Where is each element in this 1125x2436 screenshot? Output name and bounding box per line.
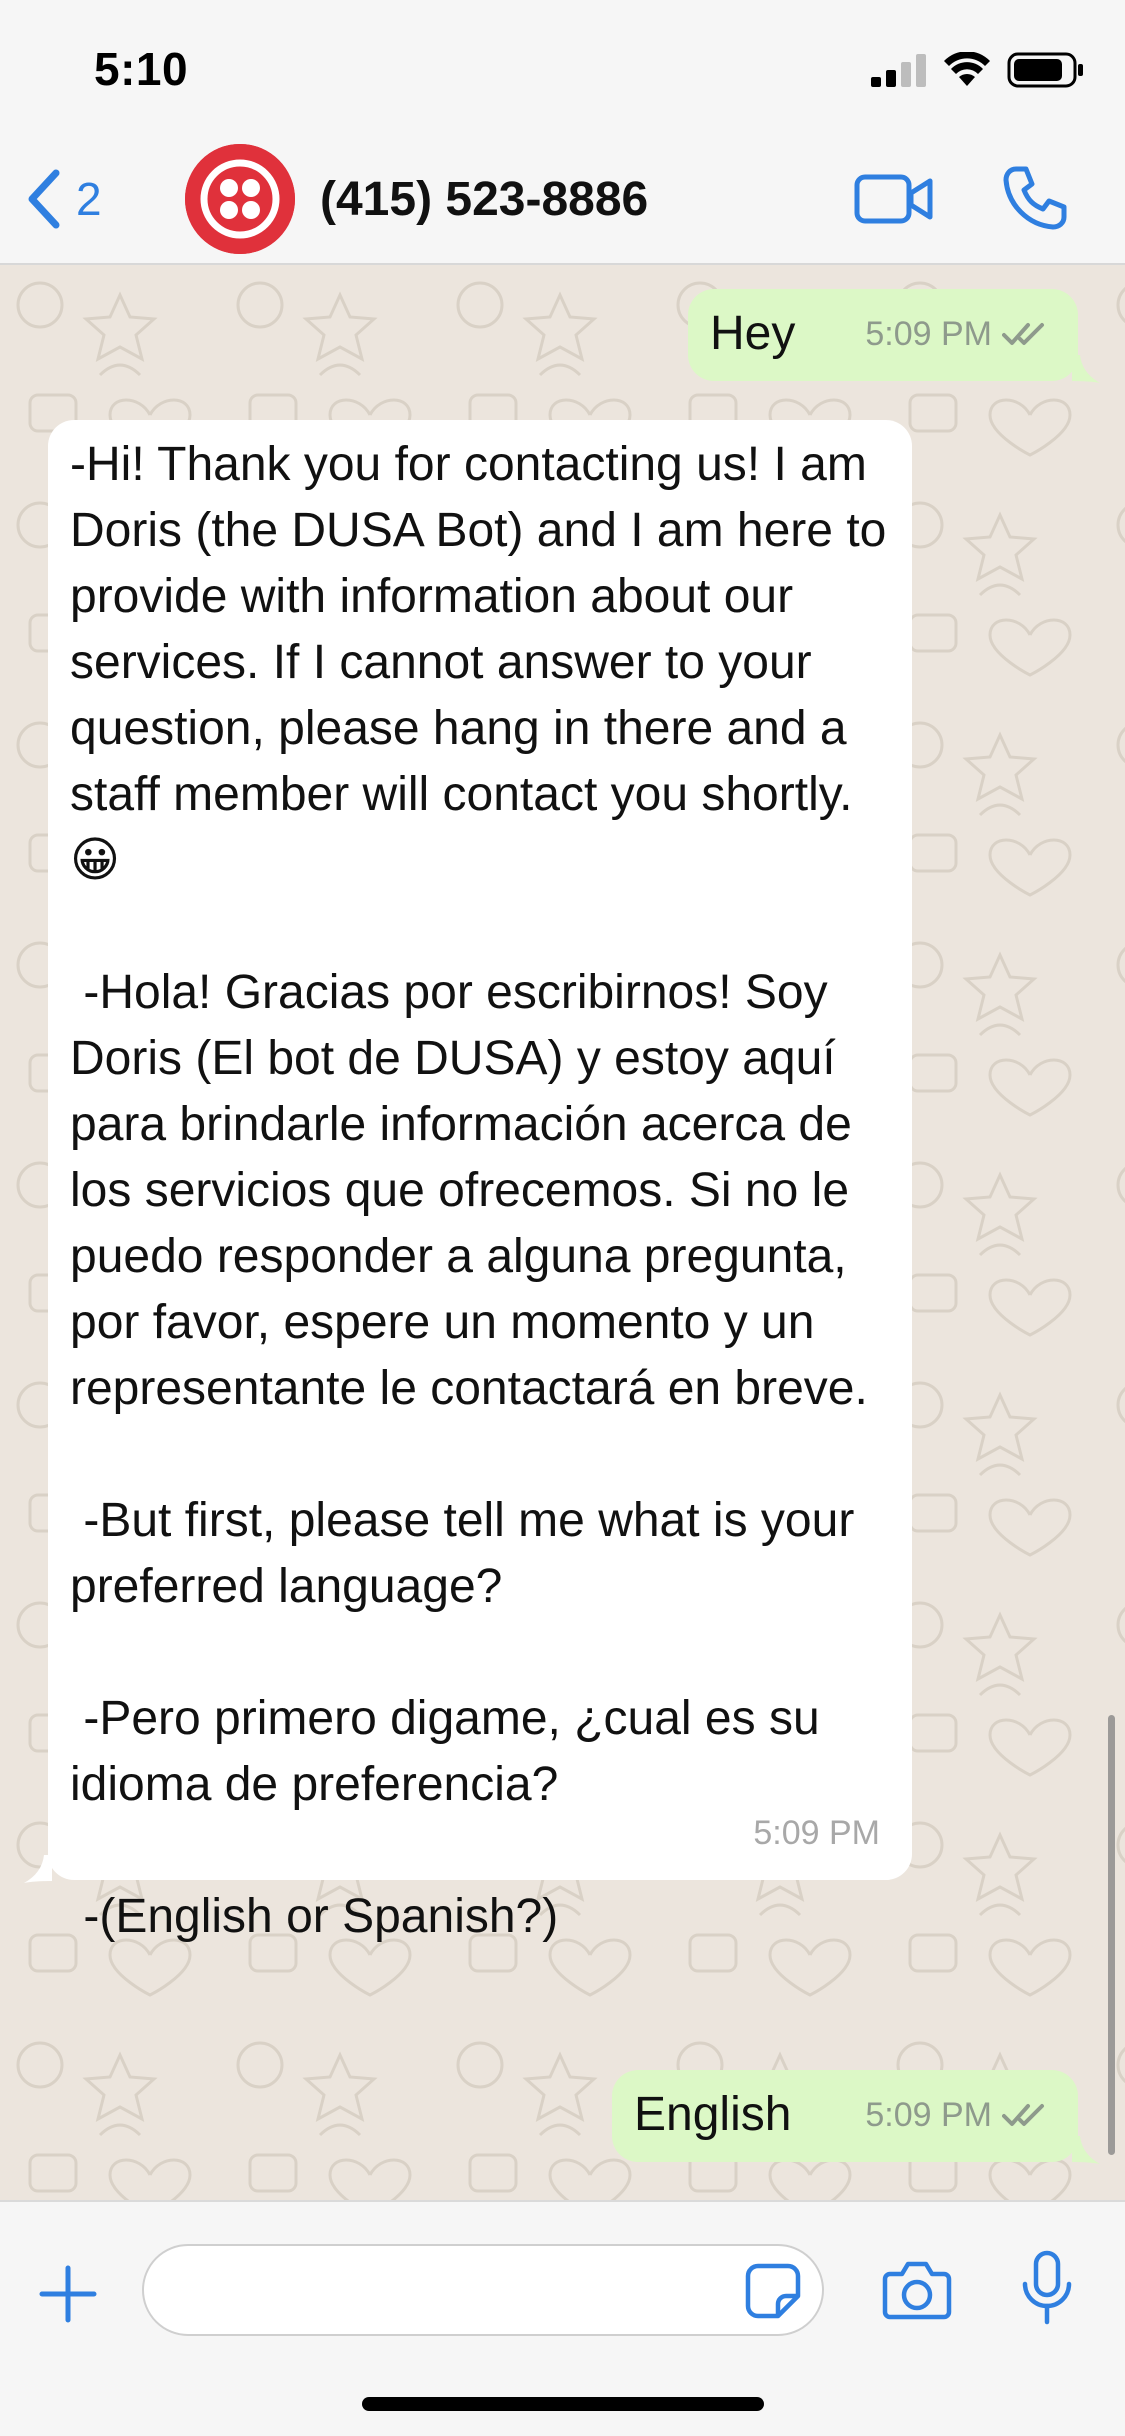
status-icons xyxy=(871,48,1085,92)
sticker-icon xyxy=(745,2263,801,2319)
status-bar: 5:10 xyxy=(0,0,1125,135)
message-incoming[interactable]: -Hi! Thank you for contacting us! I am D… xyxy=(48,420,912,1943)
camera-button[interactable] xyxy=(882,2258,952,2320)
attach-button[interactable] xyxy=(38,2264,98,2324)
message-input[interactable] xyxy=(142,2244,824,2336)
back-button[interactable]: 2 xyxy=(24,169,102,229)
message-time: 5:09 PM xyxy=(865,2096,992,2134)
bubble-tail xyxy=(1072,2136,1100,2164)
message-outgoing[interactable]: English 5:09 PM xyxy=(612,2070,1078,2162)
video-camera-icon xyxy=(854,174,933,224)
wifi-icon xyxy=(944,52,990,86)
plus-icon xyxy=(39,2265,97,2323)
battery-icon xyxy=(1007,52,1083,88)
status-time: 5:10 xyxy=(94,43,189,95)
microphone-icon xyxy=(1022,2250,1072,2325)
contact-avatar[interactable] xyxy=(185,144,295,254)
message-meta: 5:09 PM xyxy=(753,1800,880,1866)
home-indicator[interactable] xyxy=(362,2397,764,2411)
contact-name[interactable]: (415) 523-8886 xyxy=(320,172,648,227)
chat-header: 2 (415) 523-8886 xyxy=(0,135,1125,265)
sticker-button[interactable] xyxy=(744,2262,802,2320)
double-check-icon xyxy=(1002,2104,1044,2126)
chevron-left-icon xyxy=(28,169,60,229)
message-outgoing[interactable]: Hey 5:09 PM xyxy=(688,289,1078,381)
message-time: 5:09 PM xyxy=(865,315,992,353)
message-meta: 5:09 PM xyxy=(865,301,1046,367)
twilio-logo-icon xyxy=(185,144,295,254)
video-call-button[interactable] xyxy=(854,169,934,229)
message-text: English xyxy=(634,2088,792,2141)
microphone-button[interactable] xyxy=(1020,2250,1074,2326)
bubble-tail xyxy=(24,1855,52,1883)
phone-icon xyxy=(1003,166,1067,230)
cellular-signal-icon xyxy=(871,54,926,87)
double-check-icon xyxy=(1002,323,1044,345)
message-text: Hey xyxy=(710,307,796,360)
unread-count: 2 xyxy=(76,173,102,225)
message-meta: 5:09 PM xyxy=(865,2082,1046,2148)
chat-scrollbar[interactable] xyxy=(1108,1715,1115,2155)
message-text: -Hi! Thank you for contacting us! I am D… xyxy=(70,438,887,1943)
chat-thread[interactable]: Hey 5:09 PM -Hi! Thank you for contactin… xyxy=(0,265,1125,2200)
message-time: 5:09 PM xyxy=(753,1814,880,1852)
bubble-tail xyxy=(1072,355,1100,383)
voice-call-button[interactable] xyxy=(1000,163,1070,233)
camera-icon xyxy=(882,2261,952,2320)
